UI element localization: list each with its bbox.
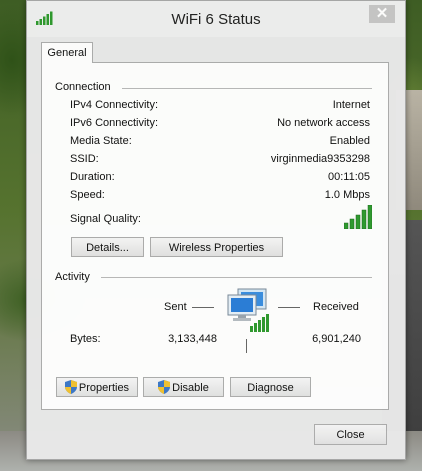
close-window-button[interactable]: ✕ — [369, 5, 395, 23]
media-state-label: Media State: — [70, 135, 132, 147]
ssid-row: SSID: virginmedia9353298 — [70, 153, 370, 167]
general-panel: Connection IPv4 Connectivity: Internet I… — [41, 62, 389, 410]
details-button[interactable]: Details... — [71, 237, 144, 257]
activity-divider — [101, 277, 372, 278]
duration-label: Duration: — [70, 171, 115, 183]
window-title: WiFi 6 Status — [171, 11, 261, 28]
duration-row: Duration: 00:11:05 — [70, 171, 370, 185]
sent-line — [192, 307, 214, 308]
ipv4-row: IPv4 Connectivity: Internet — [70, 99, 370, 113]
media-state-row: Media State: Enabled — [70, 135, 370, 149]
speed-value: 1.0 Mbps — [324, 189, 370, 201]
disable-button[interactable]: Disable — [143, 377, 224, 397]
sent-label: Sent — [164, 301, 187, 313]
ipv4-label: IPv4 Connectivity: — [70, 99, 159, 111]
uac-shield-icon — [64, 380, 77, 394]
ssid-label: SSID: — [70, 153, 99, 165]
network-computer-icon — [227, 288, 269, 332]
received-label: Received — [313, 301, 359, 313]
activity-connector — [246, 339, 247, 353]
bytes-label: Bytes: — [70, 333, 101, 345]
ipv6-row: IPv6 Connectivity: No network access — [70, 117, 370, 131]
signal-quality-icon — [344, 205, 372, 229]
ipv4-value: Internet — [332, 99, 370, 111]
wifi-status-dialog: WiFi 6 Status ✕ General Connection IPv4 … — [26, 0, 406, 460]
ssid-value: virginmedia9353298 — [270, 153, 370, 165]
tab-general[interactable]: General — [41, 42, 93, 63]
signal-quality-label: Signal Quality: — [70, 213, 141, 225]
title-bar[interactable]: WiFi 6 Status ✕ — [27, 1, 405, 37]
speed-label: Speed: — [70, 189, 105, 201]
diagnose-button[interactable]: Diagnose — [230, 377, 311, 397]
disable-button-label: Disable — [172, 382, 209, 394]
ipv6-label: IPv6 Connectivity: — [70, 117, 159, 129]
connection-section-label: Connection — [55, 81, 111, 93]
wireless-properties-button[interactable]: Wireless Properties — [150, 237, 283, 257]
received-line — [278, 307, 300, 308]
ipv6-value: No network access — [277, 117, 370, 129]
uac-shield-icon — [158, 380, 171, 394]
speed-row: Speed: 1.0 Mbps — [70, 189, 370, 203]
properties-button-label: Properties — [78, 382, 130, 394]
activity-section-label: Activity — [55, 271, 90, 283]
bytes-received-value: 6,901,240 — [312, 333, 361, 345]
properties-button[interactable]: Properties — [56, 377, 138, 397]
duration-value: 00:11:05 — [327, 171, 370, 183]
bytes-sent-value: 3,133,448 — [168, 333, 217, 345]
connection-divider — [122, 88, 372, 89]
signal-quality-row: Signal Quality: — [70, 213, 370, 227]
close-button[interactable]: Close — [314, 424, 387, 445]
media-state-value: Enabled — [329, 135, 370, 147]
